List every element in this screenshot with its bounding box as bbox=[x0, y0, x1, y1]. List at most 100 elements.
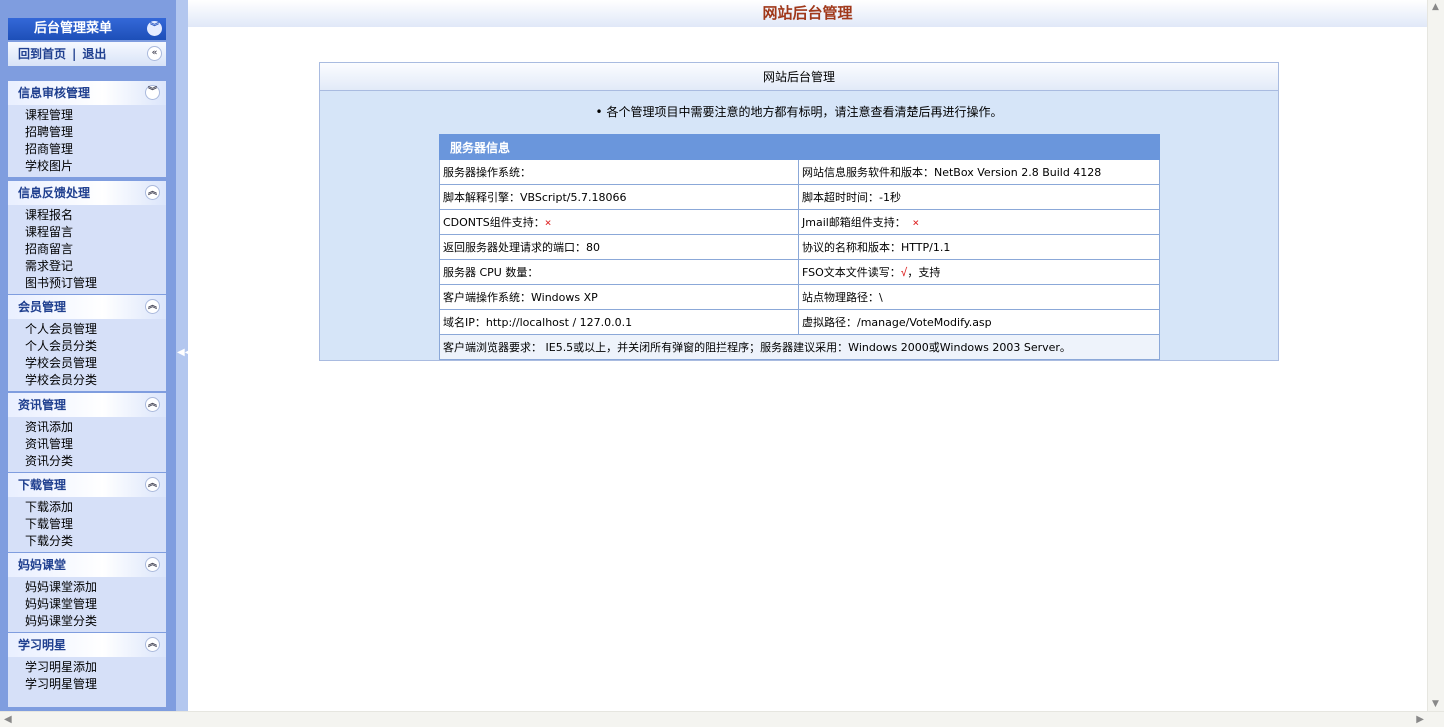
menu-item[interactable]: 学习明星添加 bbox=[25, 659, 166, 676]
fso-support-text: ，支持 bbox=[907, 266, 941, 279]
menu-title: 妈妈课堂 bbox=[18, 558, 67, 572]
main-content: 网站后台管理 网站后台管理 • 各个管理项目中需要注意的地方都有标明，请注意查看… bbox=[188, 0, 1427, 711]
menu-head[interactable]: 妈妈课堂 ︽ bbox=[8, 553, 166, 577]
menu-title: 信息审核管理 bbox=[18, 86, 91, 100]
table-cell: CDONTS组件支持：× bbox=[439, 209, 799, 235]
menu-body: 资讯添加 资讯管理 资讯分类 bbox=[8, 417, 166, 472]
menu-item[interactable]: 妈妈课堂管理 bbox=[25, 596, 166, 613]
table-row: 客户端浏览器要求： IE5.5或以上，并关闭所有弹窗的阻拦程序；服务器建议采用：… bbox=[439, 334, 1160, 360]
notice-text: • 各个管理项目中需要注意的地方都有标明，请注意查看清楚后再进行操作。 bbox=[595, 105, 1003, 119]
menu-title: 下载管理 bbox=[18, 478, 67, 492]
menu-item[interactable]: 学校会员分类 bbox=[25, 372, 166, 389]
table-cell: 客户端浏览器要求： IE5.5或以上，并关闭所有弹窗的阻拦程序；服务器建议采用：… bbox=[439, 334, 1160, 360]
menu-item[interactable]: 学校图片 bbox=[25, 158, 166, 175]
table-cell: 虚拟路径：/manage/VoteModify.asp bbox=[798, 309, 1160, 335]
table-row: 返回服务器处理请求的端口：80 协议的名称和版本：HTTP/1.1 bbox=[439, 234, 1160, 260]
table-cell: 脚本超时时间：-1秒 bbox=[798, 184, 1160, 210]
table-row: 脚本解释引擎：VBScript/5.7.18066 脚本超时时间：-1秒 bbox=[439, 184, 1160, 210]
table-cell: 脚本解释引擎：VBScript/5.7.18066 bbox=[439, 184, 799, 210]
chevron-up-icon[interactable]: ︽ bbox=[145, 557, 160, 572]
table-cell: FSO文本文件读写：√，支持 bbox=[798, 259, 1160, 285]
menu-body: 课程管理 招聘管理 招商管理 学校图片 bbox=[8, 105, 166, 177]
menu-head[interactable]: 信息反馈处理 ︽ bbox=[8, 181, 166, 205]
table-cell: 服务器 CPU 数量： bbox=[439, 259, 799, 285]
menu-item[interactable]: 资讯添加 bbox=[25, 419, 166, 436]
chevron-up-icon[interactable]: ︽ bbox=[145, 477, 160, 492]
table-cell: 客户端操作系统：Windows XP bbox=[439, 284, 799, 310]
home-link[interactable]: 回到首页 bbox=[18, 47, 66, 61]
cross-icon: × bbox=[912, 216, 920, 229]
sidebar: 后台管理菜单 ︾ 回到首页 | 退出 « 信息审核管理 ︾ 课程管理 招聘管理 招商管… bbox=[0, 0, 176, 711]
chevron-up-icon[interactable]: ︽ bbox=[145, 397, 160, 412]
logout-link[interactable]: 退出 bbox=[82, 47, 106, 61]
separator: | bbox=[72, 47, 77, 61]
menu-title: 会员管理 bbox=[18, 300, 67, 314]
menu-group-review: 信息审核管理 ︾ 课程管理 招聘管理 招商管理 学校图片 bbox=[8, 81, 166, 177]
chevron-down-icon[interactable]: ︾ bbox=[145, 85, 160, 100]
chevron-up-icon[interactable]: ︽ bbox=[145, 299, 160, 314]
menu-item[interactable]: 需求登记 bbox=[25, 258, 166, 275]
scroll-right-icon[interactable]: ▶ bbox=[1416, 714, 1424, 725]
scroll-down-icon[interactable]: ▼ bbox=[1432, 699, 1439, 709]
menu-head[interactable]: 信息审核管理 ︾ bbox=[8, 81, 166, 105]
menu-item[interactable]: 资讯分类 bbox=[25, 453, 166, 470]
menu-group-mom-class: 妈妈课堂 ︽ 妈妈课堂添加 妈妈课堂管理 妈妈课堂分类 bbox=[8, 553, 166, 632]
horizontal-scrollbar[interactable]: ◀ ▶ bbox=[0, 711, 1444, 727]
menu-group-downloads: 下载管理 ︽ 下载添加 下载管理 下载分类 bbox=[8, 473, 166, 552]
table-row: 域名IP：http://localhost / 127.0.0.1 虚拟路径：/… bbox=[439, 309, 1160, 335]
menu-item[interactable]: 资讯管理 bbox=[25, 436, 166, 453]
table-row: 客户端操作系统：Windows XP 站点物理路径：\ bbox=[439, 284, 1160, 310]
table-cell: 站点物理路径：\ bbox=[798, 284, 1160, 310]
menu-head[interactable]: 资讯管理 ︽ bbox=[8, 393, 166, 417]
table-row: 服务器操作系统： 网站信息服务软件和版本：NetBox Version 2.8 … bbox=[439, 159, 1160, 185]
menu-head[interactable]: 会员管理 ︽ bbox=[8, 295, 166, 319]
table-row: CDONTS组件支持：× Jmail邮箱组件支持： × bbox=[439, 209, 1160, 235]
scroll-up-icon[interactable]: ▲ bbox=[1432, 2, 1439, 12]
collapse-all-icon[interactable]: ︾ bbox=[147, 21, 162, 36]
menu-item[interactable]: 课程留言 bbox=[25, 224, 166, 241]
chevron-up-icon[interactable]: ︽ bbox=[145, 185, 160, 200]
menu-body: 学习明星添加 学习明星管理 bbox=[8, 657, 166, 707]
menu-body: 下载添加 下载管理 下载分类 bbox=[8, 497, 166, 552]
menu-item[interactable]: 下载管理 bbox=[25, 516, 166, 533]
table-cell: 网站信息服务软件和版本：NetBox Version 2.8 Build 412… bbox=[798, 159, 1160, 185]
menu-group-news: 资讯管理 ︽ 资讯添加 资讯管理 资讯分类 bbox=[8, 393, 166, 472]
chevron-up-icon[interactable]: ︽ bbox=[145, 637, 160, 652]
menu-group-members: 会员管理 ︽ 个人会员管理 个人会员分类 学校会员管理 学校会员分类 bbox=[8, 295, 166, 391]
sidebar-title: 后台管理菜单 bbox=[34, 21, 113, 36]
menu-item[interactable]: 个人会员管理 bbox=[25, 321, 166, 338]
menu-body: 个人会员管理 个人会员分类 学校会员管理 学校会员分类 bbox=[8, 319, 166, 391]
cross-icon: × bbox=[544, 216, 552, 229]
menu-item[interactable]: 下载分类 bbox=[25, 533, 166, 550]
panel-title: 网站后台管理 bbox=[320, 63, 1278, 91]
menu-title: 学习明星 bbox=[18, 638, 67, 652]
menu-item[interactable]: 图书预订管理 bbox=[25, 275, 166, 292]
table-cell: 协议的名称和版本：HTTP/1.1 bbox=[798, 234, 1160, 260]
vertical-scrollbar[interactable]: ▲ ▼ bbox=[1427, 0, 1444, 711]
menu-item[interactable]: 妈妈课堂添加 bbox=[25, 579, 166, 596]
menu-item[interactable]: 个人会员分类 bbox=[25, 338, 166, 355]
menu-item[interactable]: 下载添加 bbox=[25, 499, 166, 516]
sidebar-splitter[interactable]: ◀◀ bbox=[176, 0, 192, 711]
table-cell: 域名IP：http://localhost / 127.0.0.1 bbox=[439, 309, 799, 335]
menu-item[interactable]: 招商留言 bbox=[25, 241, 166, 258]
menu-item[interactable]: 妈妈课堂分类 bbox=[25, 613, 166, 630]
menu-body: 课程报名 课程留言 招商留言 需求登记 图书预订管理 bbox=[8, 205, 166, 294]
menu-item[interactable]: 课程报名 bbox=[25, 207, 166, 224]
server-info-table: 服务器信息 服务器操作系统： 网站信息服务软件和版本：NetBox Versio… bbox=[439, 134, 1160, 360]
menu-title: 信息反馈处理 bbox=[18, 186, 91, 200]
hide-sidebar-icon[interactable]: « bbox=[147, 46, 162, 61]
menu-item[interactable]: 招聘管理 bbox=[25, 124, 166, 141]
server-info-header: 服务器信息 bbox=[439, 134, 1160, 160]
scroll-left-icon[interactable]: ◀ bbox=[4, 714, 12, 725]
menu-head[interactable]: 学习明星 ︽ bbox=[8, 633, 166, 657]
menu-head[interactable]: 下载管理 ︽ bbox=[8, 473, 166, 497]
menu-item[interactable]: 学校会员管理 bbox=[25, 355, 166, 372]
admin-panel: 网站后台管理 • 各个管理项目中需要注意的地方都有标明，请注意查看清楚后再进行操… bbox=[319, 62, 1279, 361]
table-row: 服务器 CPU 数量： FSO文本文件读写：√，支持 bbox=[439, 259, 1160, 285]
menu-group-stars: 学习明星 ︽ 学习明星添加 学习明星管理 bbox=[8, 633, 166, 707]
menu-item[interactable]: 课程管理 bbox=[25, 107, 166, 124]
menu-item[interactable]: 招商管理 bbox=[25, 141, 166, 158]
menu-item[interactable]: 学习明星管理 bbox=[25, 676, 166, 693]
page-header: 网站后台管理 bbox=[188, 0, 1427, 27]
